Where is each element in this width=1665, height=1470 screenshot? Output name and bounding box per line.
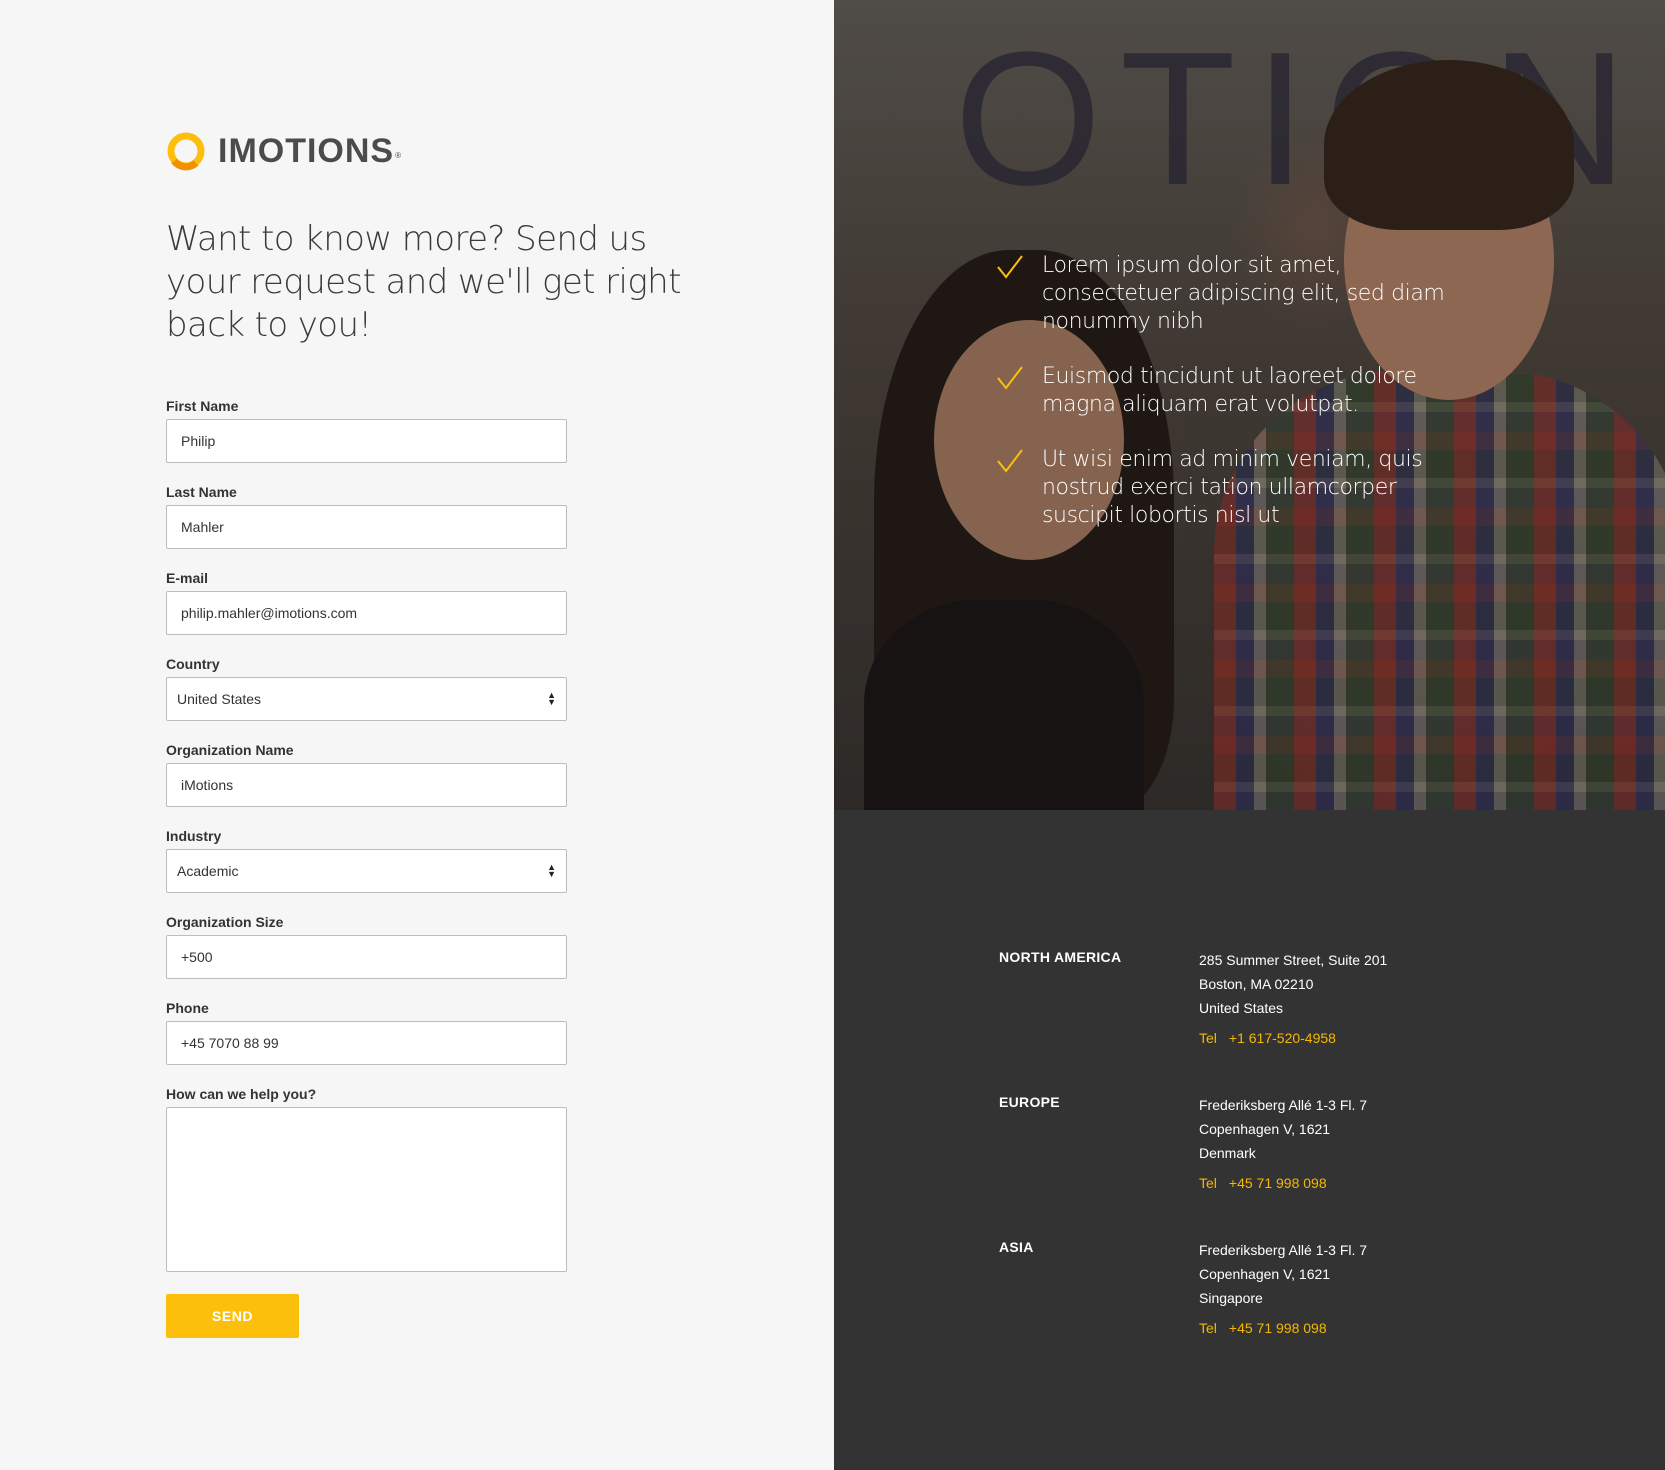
country-label: Country (166, 656, 220, 672)
logo-wordmark: IMOTIONS (218, 131, 395, 170)
checkmark-icon (996, 252, 1042, 336)
industry-select-value: Academic (177, 863, 239, 879)
tel-number: +1 617-520-4958 (1228, 1030, 1336, 1046)
phone-input[interactable]: +45 7070 88 99 (166, 1021, 567, 1065)
first-name-input[interactable]: Philip (166, 419, 567, 463)
benefit-text: Lorem ipsum dolor sit amet, consectetuer… (1042, 253, 1445, 334)
email-field: E-mail philip.mahler@imotions.com (166, 569, 568, 655)
office-asia: ASIA Frederiksberg Allé 1-3 Fl. 7 Copenh… (999, 1238, 1559, 1383)
organization-name-field: Organization Name iMotions (166, 741, 568, 827)
office-address-line: Frederiksberg Allé 1-3 Fl. 7 (1199, 1242, 1368, 1258)
benefits-list: Lorem ipsum dolor sit amet, consectetuer… (996, 252, 1456, 557)
office-north-america: NORTH AMERICA 285 Summer Street, Suite 2… (999, 948, 1559, 1093)
select-arrows-icon: ▲ ▼ (547, 862, 556, 879)
organization-size-input[interactable]: +500 (166, 935, 567, 979)
country-field: Country United States ▲ ▼ (166, 655, 568, 741)
email-input[interactable]: philip.mahler@imotions.com (166, 591, 567, 635)
office-phone-link[interactable]: Tel +45 71 998 098 (1199, 1320, 1367, 1336)
office-phone-link[interactable]: Tel +1 617-520-4958 (1199, 1030, 1387, 1046)
office-europe: EUROPE Frederiksberg Allé 1-3 Fl. 7 Cope… (999, 1093, 1559, 1238)
last-name-input[interactable]: Mahler (166, 505, 567, 549)
office-details: 285 Summer Street, Suite 201 Boston, MA … (1199, 948, 1387, 1093)
office-region: ASIA (999, 1239, 1034, 1255)
send-button[interactable]: SEND (166, 1294, 299, 1338)
organization-name-input[interactable]: iMotions (166, 763, 567, 807)
first-name-field: First Name Philip (166, 397, 568, 483)
office-region: NORTH AMERICA (999, 949, 1122, 965)
country-select[interactable]: United States ▲ ▼ (166, 677, 567, 721)
logo-ring-icon (166, 131, 206, 171)
hero-photo: OTION Lorem ipsum dolor sit amet, consec… (834, 0, 1665, 810)
office-address-line: Denmark (1199, 1145, 1256, 1161)
tel-number: +45 71 998 098 (1228, 1320, 1327, 1336)
phone-label: Phone (166, 1000, 209, 1016)
office-phone-link[interactable]: Tel +45 71 998 098 (1199, 1175, 1367, 1191)
benefit-item: Lorem ipsum dolor sit amet, consectetuer… (996, 252, 1456, 336)
message-field: How can we help you? (166, 1085, 568, 1272)
page-headline: Want to know more? Send us your request … (166, 219, 681, 345)
registered-mark: ® (395, 150, 402, 160)
country-select-value: United States (177, 691, 262, 707)
email-label: E-mail (166, 570, 209, 586)
industry-field: Industry Academic ▲ ▼ (166, 827, 568, 913)
office-details: Frederiksberg Allé 1-3 Fl. 7 Copenhagen … (1199, 1093, 1367, 1238)
office-region: EUROPE (999, 1094, 1060, 1110)
tel-number: +45 71 998 098 (1228, 1175, 1327, 1191)
info-panel: OTION Lorem ipsum dolor sit amet, consec… (834, 0, 1665, 1470)
imotions-logo[interactable]: IMOTIONS ® (166, 131, 401, 171)
checkmark-icon (996, 363, 1042, 419)
message-label: How can we help you? (166, 1086, 317, 1102)
office-address-line: United States (1199, 1000, 1284, 1016)
tel-label: Tel (1199, 1030, 1217, 1046)
contact-form: First Name Philip Last Name Mahler E-mai… (166, 397, 568, 1272)
office-locations: NORTH AMERICA 285 Summer Street, Suite 2… (999, 948, 1559, 1383)
office-address-line: Frederiksberg Allé 1-3 Fl. 7 (1199, 1097, 1368, 1113)
contact-form-panel: IMOTIONS ® Want to know more? Send us yo… (0, 0, 834, 1470)
organization-name-label: Organization Name (166, 742, 294, 758)
first-name-label: First Name (166, 398, 239, 414)
office-address-line: Copenhagen V, 1621 (1199, 1266, 1331, 1282)
tel-label: Tel (1199, 1175, 1217, 1191)
last-name-label: Last Name (166, 484, 237, 500)
organization-size-label: Organization Size (166, 914, 284, 930)
benefit-item: Ut wisi enim ad minim veniam, quis nostr… (996, 446, 1456, 530)
office-address-line: Singapore (1199, 1290, 1263, 1306)
office-details: Frederiksberg Allé 1-3 Fl. 7 Copenhagen … (1199, 1238, 1367, 1383)
phone-field: Phone +45 7070 88 99 (166, 999, 568, 1085)
tel-label: Tel (1199, 1320, 1217, 1336)
benefit-text: Euismod tincidunt ut laoreet dolore magn… (1042, 364, 1417, 417)
checkmark-icon (996, 446, 1042, 530)
benefit-text: Ut wisi enim ad minim veniam, quis nostr… (1042, 447, 1423, 528)
office-address-line: Copenhagen V, 1621 (1199, 1121, 1331, 1137)
office-address-line: 285 Summer Street, Suite 201 (1199, 952, 1388, 968)
last-name-field: Last Name Mahler (166, 483, 568, 569)
organization-size-field: Organization Size +500 (166, 913, 568, 999)
industry-select[interactable]: Academic ▲ ▼ (166, 849, 567, 893)
message-textarea[interactable] (166, 1107, 567, 1272)
select-arrows-icon: ▲ ▼ (547, 690, 556, 707)
office-address-line: Boston, MA 02210 (1199, 976, 1314, 992)
industry-label: Industry (166, 828, 222, 844)
benefit-item: Euismod tincidunt ut laoreet dolore magn… (996, 363, 1456, 419)
